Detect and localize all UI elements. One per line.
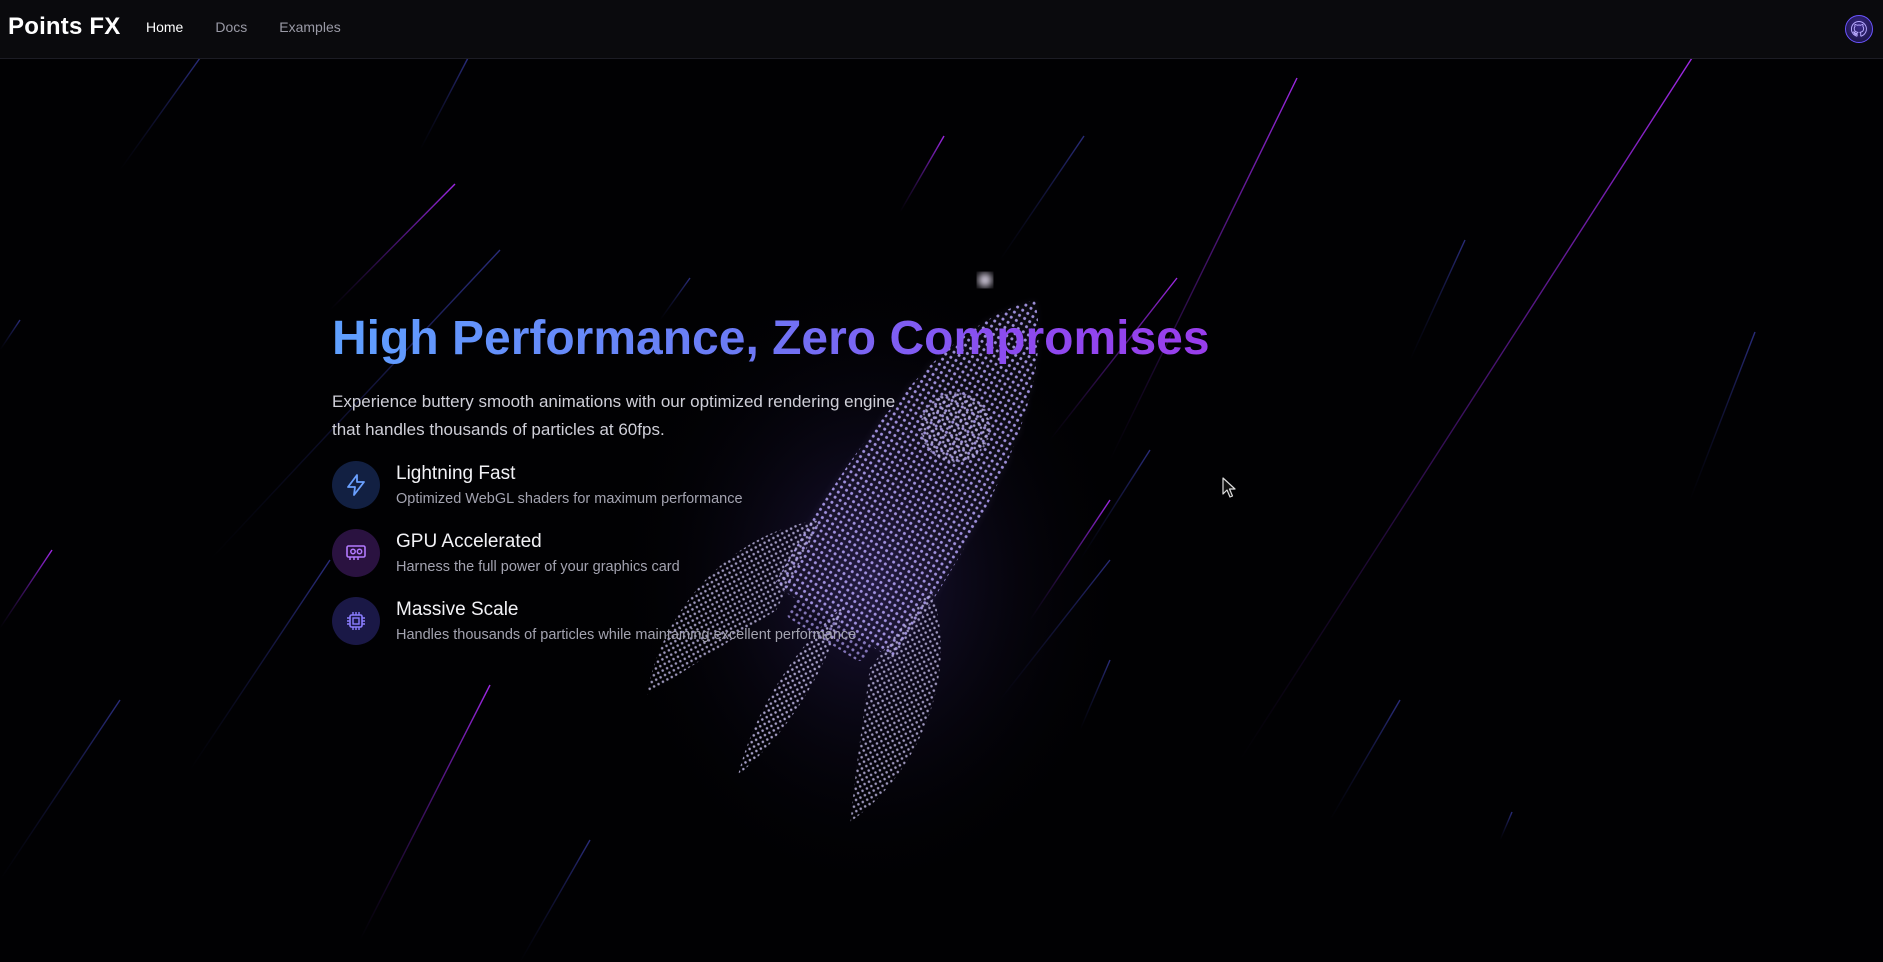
- hero-section: High Performance, Zero Compromises Exper…: [332, 308, 1232, 665]
- hero-title: High Performance, Zero Compromises: [332, 308, 1232, 370]
- brand-logo-text[interactable]: Points FX: [8, 13, 120, 41]
- feature-description: Optimized WebGL shaders for maximum perf…: [396, 491, 743, 507]
- page: Points FX Home Docs Examples High Perfor…: [0, 0, 1883, 962]
- mouse-cursor-icon: [1222, 477, 1236, 498]
- gpu-card-icon-badge: [332, 529, 380, 577]
- top-navbar: Points FX Home Docs Examples: [0, 0, 1883, 59]
- feature-item: Massive Scale Handles thousands of parti…: [332, 597, 1232, 665]
- feature-description: Handles thousands of particles while mai…: [396, 627, 857, 643]
- feature-list: Lightning Fast Optimized WebGL shaders f…: [332, 461, 1232, 665]
- cpu-chip-icon-badge: [332, 597, 380, 645]
- nav-links: Home Docs Examples: [146, 19, 373, 35]
- cpu-chip-icon: [347, 612, 365, 630]
- feature-item: GPU Accelerated Harness the full power o…: [332, 529, 1232, 597]
- nav-link-docs[interactable]: Docs: [215, 19, 247, 35]
- feature-title: Lightning Fast: [396, 463, 516, 484]
- gpu-card-icon: [346, 545, 366, 560]
- feature-title: GPU Accelerated: [396, 531, 542, 552]
- feature-item: Lightning Fast Optimized WebGL shaders f…: [332, 461, 1232, 529]
- nav-link-home[interactable]: Home: [146, 19, 183, 35]
- feature-description: Harness the full power of your graphics …: [396, 559, 680, 575]
- github-icon: [1851, 21, 1867, 37]
- hero-subtitle: Experience buttery smooth animations wit…: [332, 392, 896, 439]
- lightning-icon: [347, 474, 365, 496]
- lightning-icon-badge: [332, 461, 380, 509]
- nav-link-examples[interactable]: Examples: [279, 19, 340, 35]
- github-button[interactable]: [1845, 15, 1873, 43]
- feature-title: Massive Scale: [396, 599, 519, 620]
